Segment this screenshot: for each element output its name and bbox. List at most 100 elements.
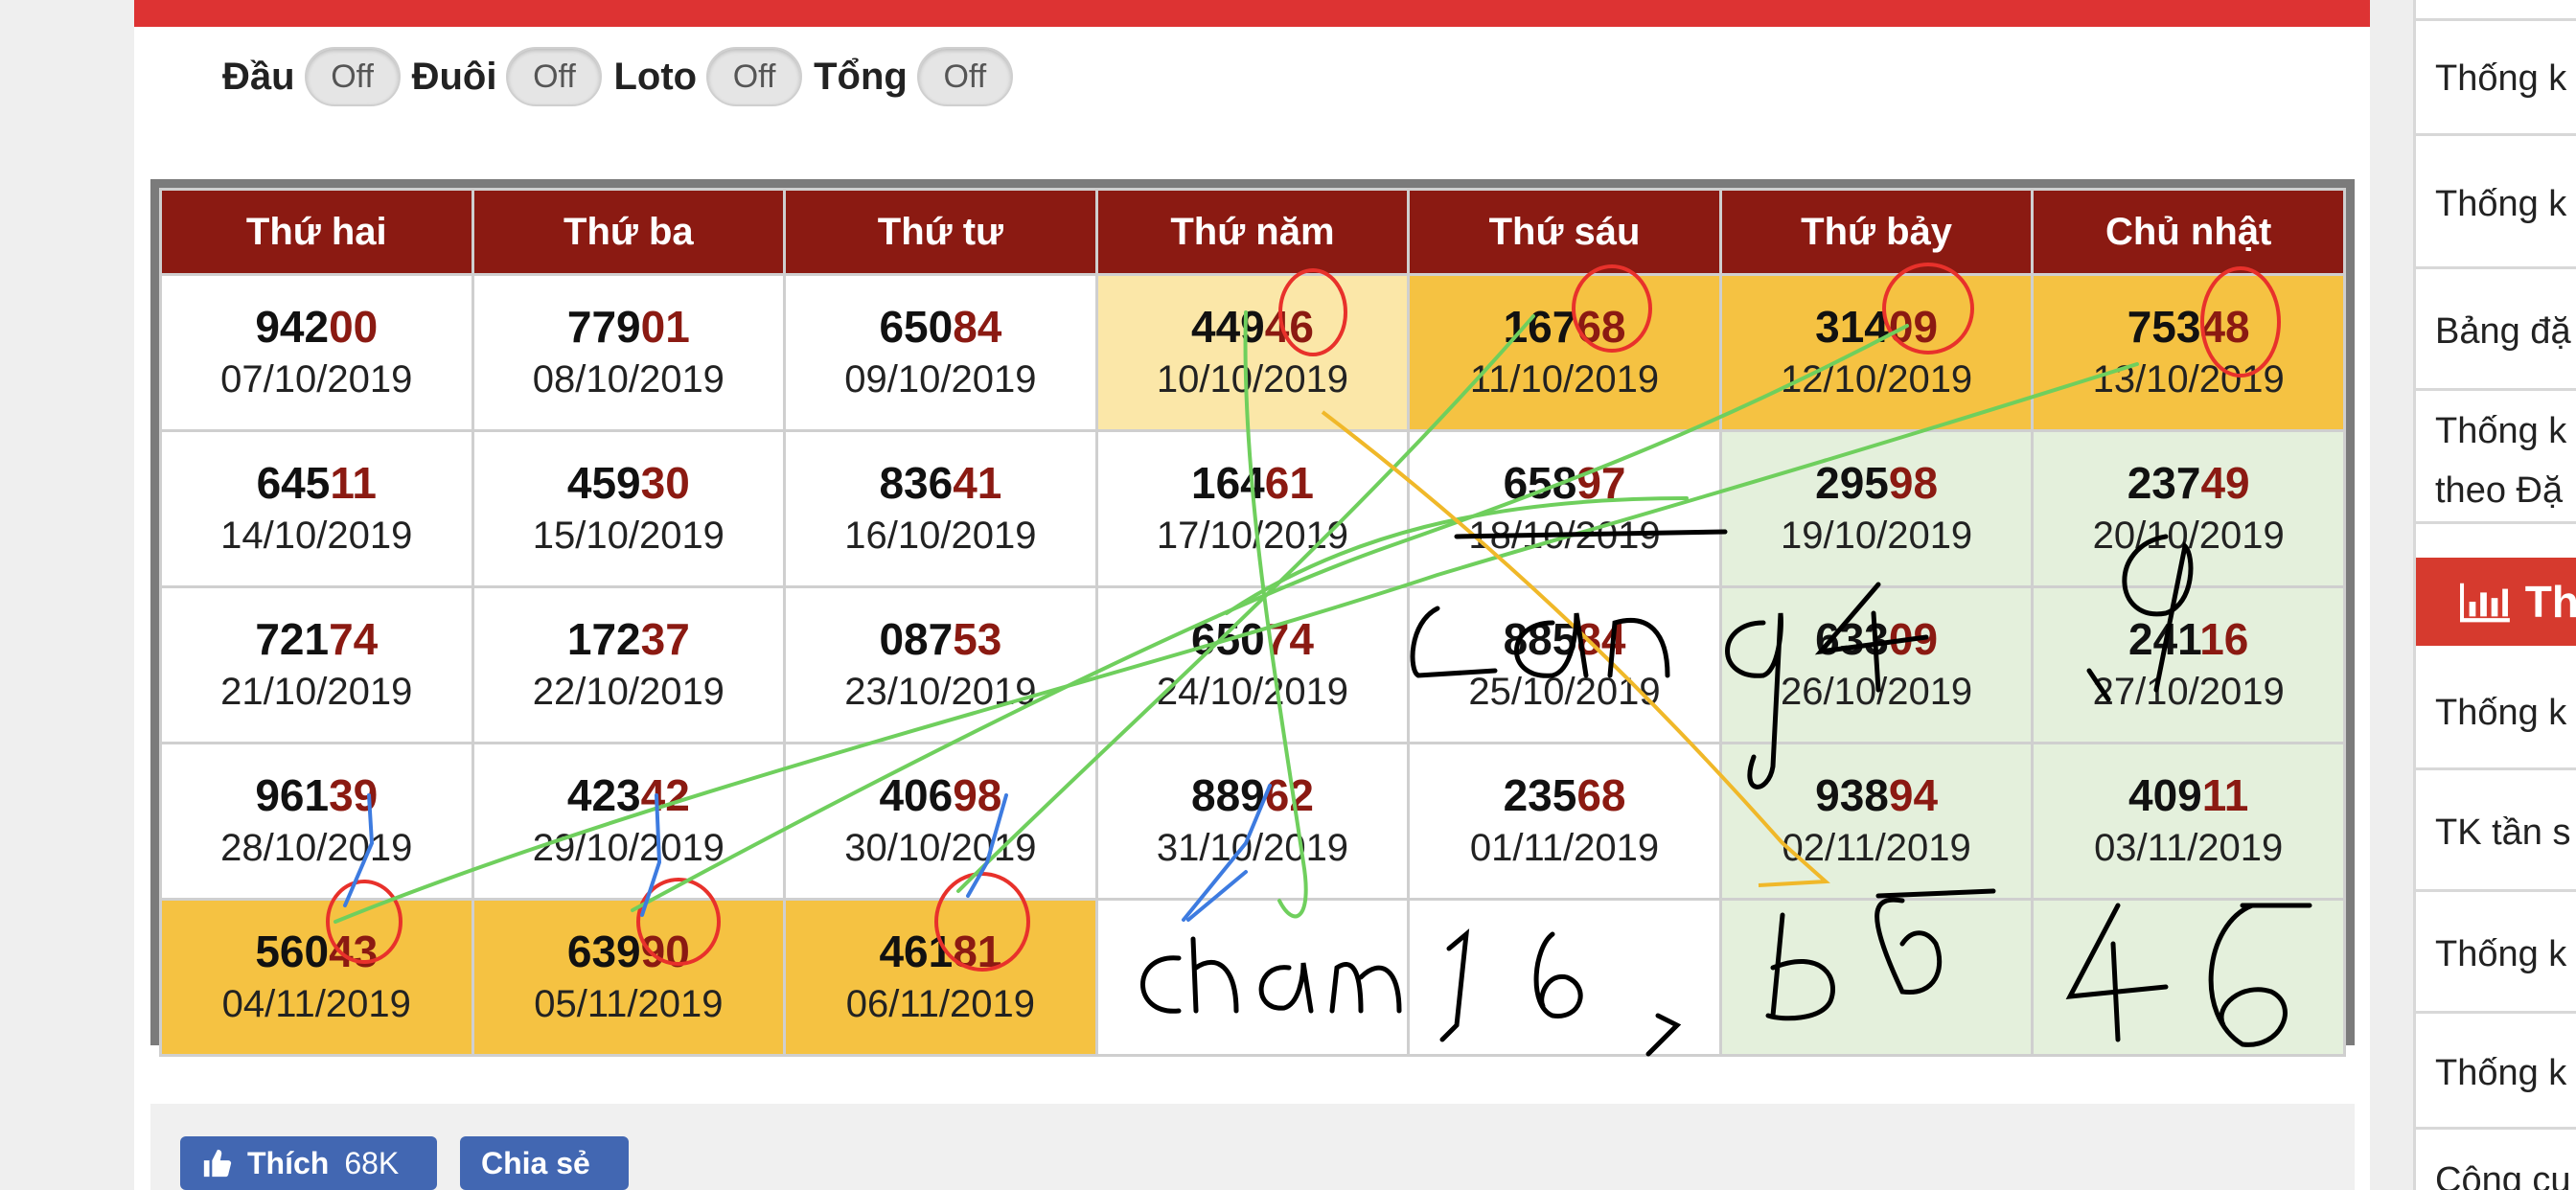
result-number: 94200 bbox=[163, 300, 471, 354]
toggle-label-duoi: Đuôi bbox=[411, 55, 497, 98]
result-head-digits: 658 bbox=[1503, 458, 1577, 508]
result-head-digits: 295 bbox=[1815, 458, 1889, 508]
result-head-digits: 560 bbox=[255, 927, 330, 976]
result-cell: 65074 24/10/2019 bbox=[1094, 585, 1411, 744]
sidebar-section-header: Th bbox=[2416, 558, 2576, 646]
header-tuesday: Thứ ba bbox=[471, 188, 787, 276]
result-number: 23568 bbox=[1411, 768, 1718, 822]
sidebar-item[interactable]: Công cụ bbox=[2416, 1133, 2576, 1190]
result-head-digits: 650 bbox=[879, 302, 954, 352]
sidebar-item-partial[interactable] bbox=[2416, 0, 2576, 21]
result-cell: 88584 25/10/2019 bbox=[1407, 585, 1722, 744]
result-cell: 08753 23/10/2019 bbox=[783, 585, 1098, 744]
result-cell: 46181 06/11/2019 bbox=[783, 898, 1098, 1057]
result-cell: 23749 20/10/2019 bbox=[2031, 429, 2346, 588]
toggle-dau[interactable]: Off bbox=[304, 47, 401, 106]
result-date: 27/10/2019 bbox=[2092, 671, 2285, 713]
toggle-tong[interactable]: Off bbox=[916, 47, 1013, 106]
toggle-state: Off bbox=[943, 57, 987, 95]
result-tail-digits: 30 bbox=[640, 458, 690, 508]
like-label: Thích bbox=[247, 1145, 330, 1180]
result-head-digits: 409 bbox=[2128, 770, 2202, 820]
result-number: 31409 bbox=[1723, 300, 2031, 354]
result-tail-digits: 37 bbox=[640, 614, 690, 664]
result-date: 11/10/2019 bbox=[1469, 358, 1660, 400]
results-calendar: Thứ hai Thứ ba Thứ tư Thứ năm Thứ sáu Th… bbox=[150, 179, 2355, 1057]
result-date: 13/10/2019 bbox=[2092, 358, 2285, 400]
toggle-loto[interactable]: Off bbox=[706, 47, 803, 106]
result-head-digits: 645 bbox=[256, 458, 331, 508]
result-head-digits: 241 bbox=[2128, 614, 2200, 664]
result-tail-digits: 74 bbox=[329, 614, 379, 664]
result-date: 18/10/2019 bbox=[1468, 515, 1661, 557]
result-date: 31/10/2019 bbox=[1156, 827, 1349, 869]
result-cell: 17237 22/10/2019 bbox=[471, 585, 787, 744]
sidebar-item[interactable]: Thống k bbox=[2416, 21, 2576, 136]
result-cell: 75348 13/10/2019 bbox=[2031, 273, 2346, 432]
result-number: 40698 bbox=[787, 768, 1094, 822]
result-date: 12/10/2019 bbox=[1780, 358, 1973, 400]
result-number: 56043 bbox=[163, 925, 471, 978]
result-tail-digits: 16 bbox=[2199, 614, 2249, 664]
result-date: 21/10/2019 bbox=[220, 671, 413, 713]
header-friday: Thứ sáu bbox=[1407, 188, 1722, 276]
result-number: 65084 bbox=[787, 300, 1094, 354]
result-head-digits: 650 bbox=[1191, 614, 1265, 664]
result-cell: 42342 29/10/2019 bbox=[471, 742, 787, 901]
header-saturday: Thứ bảy bbox=[1718, 188, 2035, 276]
result-cell: 93894 02/11/2019 bbox=[1718, 742, 2035, 901]
result-number: 16768 bbox=[1411, 300, 1718, 354]
result-date: 17/10/2019 bbox=[1156, 515, 1349, 557]
facebook-like-button[interactable]: Thích 68K bbox=[180, 1136, 437, 1190]
result-date: 25/10/2019 bbox=[1468, 671, 1661, 713]
result-head-digits: 406 bbox=[879, 770, 954, 820]
sidebar-item[interactable]: Thống k bbox=[2416, 1017, 2576, 1130]
result-head-digits: 423 bbox=[566, 770, 641, 820]
calendar-header-row: Thứ hai Thứ ba Thứ tư Thứ năm Thứ sáu Th… bbox=[159, 188, 2346, 276]
result-cell: 83641 16/10/2019 bbox=[783, 429, 1098, 588]
result-number: 16461 bbox=[1099, 456, 1407, 510]
result-date: 10/10/2019 bbox=[1156, 358, 1349, 400]
result-date: 20/10/2019 bbox=[2092, 515, 2285, 557]
result-cell: 77901 08/10/2019 bbox=[471, 273, 787, 432]
result-tail-digits: 53 bbox=[953, 614, 1002, 664]
result-cell: 16461 17/10/2019 bbox=[1094, 429, 1411, 588]
share-label: Chia sẻ bbox=[481, 1145, 590, 1180]
result-tail-digits: 90 bbox=[640, 927, 690, 976]
handwriting-line: Lang 49 bbox=[0, 0, 1, 1]
sidebar-item[interactable]: Thống k bbox=[2416, 655, 2576, 770]
toggle-label-tong: Tổng bbox=[814, 55, 908, 98]
result-number: 45930 bbox=[475, 456, 783, 510]
result-date: 14/10/2019 bbox=[220, 515, 413, 557]
result-cell: 44946 10/10/2019 bbox=[1094, 273, 1411, 432]
result-head-digits: 461 bbox=[879, 927, 954, 976]
result-date: 03/11/2019 bbox=[2094, 827, 2284, 869]
facebook-share-button[interactable]: Chia sẻ bbox=[460, 1136, 629, 1190]
result-date: 08/10/2019 bbox=[532, 358, 724, 400]
toggle-duoi[interactable]: Off bbox=[506, 47, 603, 106]
calendar-week-row: 94200 07/10/2019 77901 08/10/2019 65084 09/10… bbox=[159, 273, 2346, 432]
sidebar-item-two-line[interactable]: Thống k theo Đặ bbox=[2416, 394, 2576, 524]
sidebar-item[interactable]: Thống k bbox=[2416, 895, 2576, 1014]
toggle-label-dau: Đầu bbox=[222, 55, 295, 98]
result-date: 04/11/2019 bbox=[221, 983, 411, 1025]
result-number: 23749 bbox=[2035, 456, 2342, 510]
sidebar-item[interactable]: Bảng đặ bbox=[2416, 272, 2576, 391]
result-date: 01/11/2019 bbox=[1469, 827, 1660, 869]
result-cell: 88962 31/10/2019 bbox=[1094, 742, 1411, 901]
toggle-label-loto: Loto bbox=[613, 55, 698, 98]
result-tail-digits: 61 bbox=[1264, 458, 1314, 508]
like-count: 68K bbox=[344, 1145, 400, 1180]
calendar-week-row: 72174 21/10/2019 17237 22/10/2019 08753 23/10… bbox=[159, 585, 2346, 744]
sidebar-item[interactable]: Thống k bbox=[2416, 139, 2576, 269]
result-cell: 65084 09/10/2019 bbox=[783, 273, 1098, 432]
sidebar-item[interactable]: TK tần s bbox=[2416, 773, 2576, 892]
result-cell: 63990 05/11/2019 bbox=[471, 898, 787, 1057]
calendar-table: Thứ hai Thứ ba Thứ tư Thứ năm Thứ sáu Th… bbox=[159, 188, 2346, 1057]
result-number: 44946 bbox=[1099, 300, 1407, 354]
toggle-state: Off bbox=[533, 57, 576, 95]
header-wednesday: Thứ tư bbox=[783, 188, 1098, 276]
sidebar-item-line: theo Đặ bbox=[2435, 470, 2564, 511]
result-tail-digits: 00 bbox=[329, 302, 379, 352]
result-date: 16/10/2019 bbox=[844, 515, 1037, 557]
